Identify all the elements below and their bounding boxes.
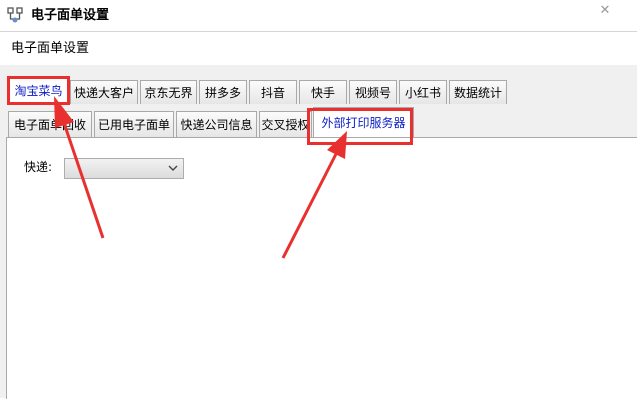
arrow-head-2 (327, 131, 347, 159)
annotation-arrows (54, 96, 347, 259)
arrow-line-1 (61, 119, 105, 239)
arrow-line-2 (281, 153, 338, 259)
arrow-head-1 (54, 96, 74, 128)
